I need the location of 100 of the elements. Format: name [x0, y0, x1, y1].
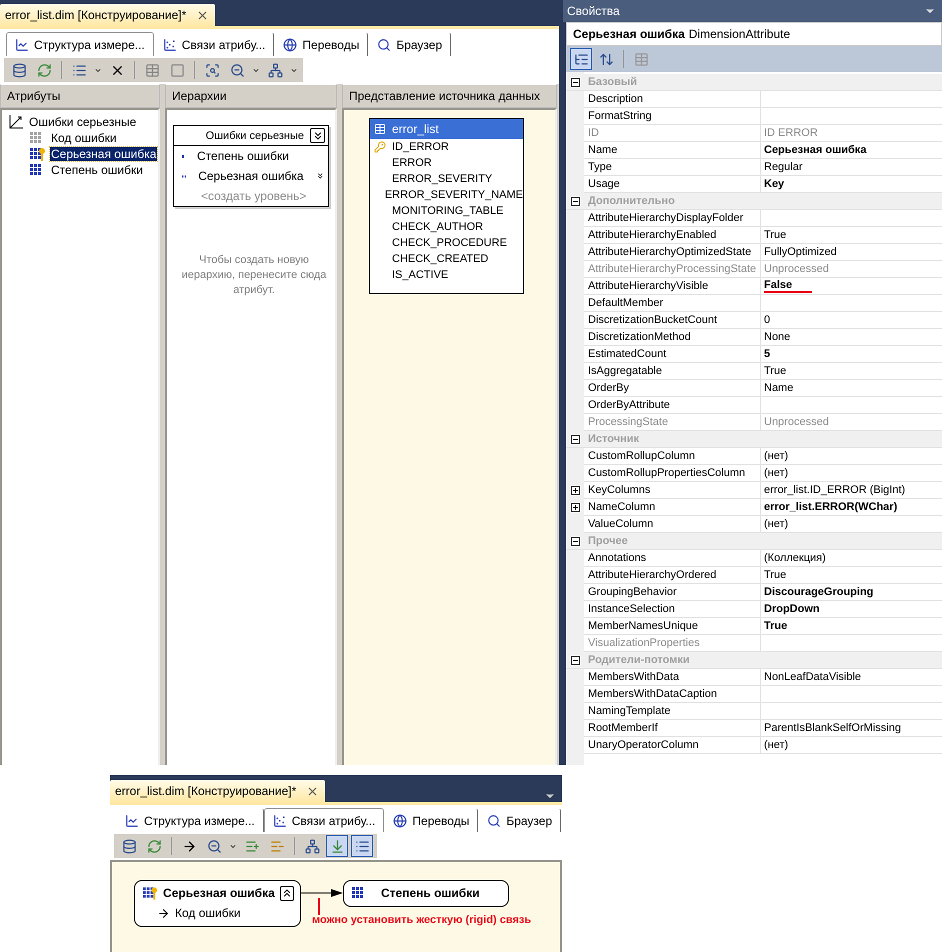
- property-value[interactable]: None: [764, 331, 790, 343]
- property-value[interactable]: 5: [764, 348, 770, 360]
- collapse-icon[interactable]: [570, 434, 580, 444]
- property-value[interactable]: True: [764, 229, 786, 241]
- network-icon: [304, 838, 320, 854]
- property-name[interactable]: MemberNamesUnique: [584, 618, 761, 635]
- property-name[interactable]: Type: [584, 159, 761, 176]
- document-tab[interactable]: error_list.dim [Конструирование]*: [0, 4, 216, 26]
- property-value[interactable]: DropDown: [764, 603, 820, 615]
- hierarchy-level[interactable]: Степень ошибки: [197, 149, 289, 163]
- property-name[interactable]: AttributeHierarchyDisplayFolder: [584, 210, 761, 227]
- property-value[interactable]: (нет): [764, 518, 788, 530]
- column-name[interactable]: MONITORING_TABLE: [392, 205, 504, 217]
- property-name[interactable]: DiscretizationBucketCount: [584, 312, 761, 329]
- property-value[interactable]: (Коллекция): [764, 552, 826, 564]
- close-icon[interactable]: [196, 8, 210, 22]
- list-plus-icon: [244, 838, 260, 854]
- property-name[interactable]: NamingTemplate: [584, 703, 761, 720]
- attribute-node[interactable]: Степень ошибки: [343, 880, 509, 907]
- property-name[interactable]: CustomRollupColumn: [584, 448, 761, 465]
- property-name[interactable]: DefaultMember: [584, 295, 761, 312]
- collapse-icon[interactable]: [570, 78, 580, 86]
- database-icon: [12, 62, 26, 78]
- chart-icon: [15, 38, 29, 52]
- property-value[interactable]: True: [764, 365, 786, 377]
- property-name[interactable]: Annotations: [584, 550, 761, 567]
- property-value[interactable]: ParentIsBlankSelfOrMissing: [764, 722, 901, 734]
- property-value[interactable]: error_list.ID_ERROR (BigInt): [764, 484, 906, 496]
- property-name[interactable]: NameColumn: [584, 499, 761, 516]
- property-name[interactable]: EstimatedCount: [584, 346, 761, 363]
- search-icon: [487, 814, 502, 828]
- property-name[interactable]: CustomRollupPropertiesColumn: [584, 465, 761, 482]
- property-value[interactable]: Серьезная ошибка: [764, 144, 866, 156]
- level-icon: [182, 154, 185, 158]
- property-value[interactable]: (нет): [764, 467, 788, 479]
- hierarchy-level[interactable]: Серьезная ошибка: [198, 169, 304, 183]
- column-name[interactable]: CHECK_PROCEDURE: [392, 237, 507, 249]
- property-name[interactable]: UnaryOperatorColumn: [584, 737, 761, 754]
- property-name[interactable]: AttributeHierarchyEnabled: [584, 227, 761, 244]
- property-value[interactable]: DiscourageGrouping: [764, 586, 874, 598]
- property-name[interactable]: FormatString: [584, 108, 761, 125]
- toolbar-button[interactable]: [351, 835, 373, 857]
- property-name[interactable]: InstanceSelection: [584, 601, 761, 618]
- tree-item[interactable]: Серьезная ошибка: [50, 147, 158, 161]
- property-value[interactable]: True: [764, 620, 788, 632]
- property-value[interactable]: Name: [764, 382, 794, 394]
- property-value[interactable]: (нет): [764, 739, 788, 751]
- chart-icon: [162, 38, 177, 52]
- property-name[interactable]: MembersWithData: [584, 669, 761, 686]
- toolbar-button[interactable]: [570, 48, 592, 70]
- property-name[interactable]: OrderBy: [584, 380, 761, 397]
- search-icon: [377, 38, 392, 52]
- property-value[interactable]: 0: [764, 314, 770, 326]
- property-value[interactable]: NonLeafDataVisible: [764, 671, 862, 683]
- collapse-button[interactable]: [280, 886, 294, 900]
- property-name[interactable]: AttributeHierarchyOrdered: [584, 567, 761, 584]
- category-label: Источник: [587, 433, 640, 445]
- column-name[interactable]: CHECK_CREATED: [392, 253, 488, 265]
- close-icon[interactable]: [306, 784, 320, 798]
- designer-tab[interactable]: Структура измере...: [6, 32, 154, 56]
- collapse-icon[interactable]: [570, 196, 580, 206]
- object-selector[interactable]: Серьезная ошибка DimensionAttribute: [566, 22, 942, 46]
- property-value[interactable]: FullyOptimized: [764, 246, 837, 258]
- property-name[interactable]: IsAggregatable: [584, 363, 761, 380]
- property-name[interactable]: DiscretizationMethod: [584, 329, 761, 346]
- level-icon: [182, 174, 186, 178]
- column-name[interactable]: ERROR_SEVERITY: [392, 173, 492, 185]
- expand-icon[interactable]: [570, 503, 580, 512]
- category-label: Прочее: [587, 535, 628, 547]
- designer-tab[interactable]: Связи атрибу...: [264, 808, 384, 832]
- property-name[interactable]: RootMemberIf: [584, 720, 761, 737]
- column-name[interactable]: ID_ERROR: [392, 141, 449, 153]
- property-name[interactable]: Description: [584, 91, 761, 108]
- column-name[interactable]: IS_ACTIVE: [392, 269, 448, 281]
- document-tab[interactable]: error_list.dim [Конструирование]*: [110, 780, 326, 802]
- property-value[interactable]: False: [764, 279, 812, 293]
- collapse-icon[interactable]: [570, 536, 580, 546]
- property-name[interactable]: MembersWithDataCaption: [584, 686, 761, 703]
- property-value[interactable]: Regular: [764, 161, 803, 173]
- expand-icon[interactable]: [570, 486, 580, 495]
- property-value[interactable]: Key: [764, 178, 784, 190]
- column-name[interactable]: ERROR: [392, 157, 432, 169]
- property-name[interactable]: GroupingBehavior: [584, 584, 761, 601]
- tree-item[interactable]: Степень ошибки: [50, 163, 144, 177]
- tree-item[interactable]: Ошибки серьезные: [28, 115, 138, 129]
- property-value[interactable]: (нет): [764, 450, 788, 462]
- property-value[interactable]: True: [764, 569, 786, 581]
- property-name[interactable]: Name: [584, 142, 761, 159]
- collapse-button[interactable]: [310, 128, 325, 143]
- property-name[interactable]: AttributeHierarchyVisible: [584, 278, 761, 295]
- tree-item[interactable]: Код ошибки: [50, 131, 118, 145]
- column-name[interactable]: CHECK_AUTHOR: [392, 221, 484, 233]
- category-label: Родители-потомки: [587, 654, 690, 666]
- collapse-icon[interactable]: [570, 656, 580, 664]
- attribute-node[interactable]: Серьезная ошибка Код ошибки: [134, 880, 301, 927]
- property-name[interactable]: OrderByAttribute: [584, 397, 761, 414]
- property-value[interactable]: error_list.ERROR(WChar): [764, 501, 898, 513]
- column-name[interactable]: ERROR_SEVERITY_NAME: [384, 189, 523, 201]
- property-name[interactable]: AttributeHierarchyOptimizedState: [584, 244, 761, 261]
- property-name[interactable]: KeyColumns: [584, 482, 761, 499]
